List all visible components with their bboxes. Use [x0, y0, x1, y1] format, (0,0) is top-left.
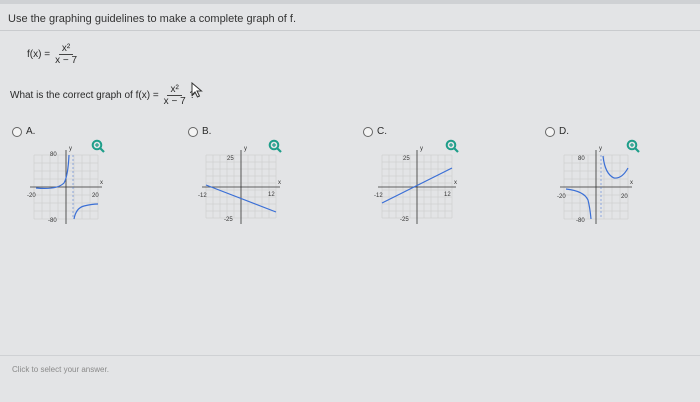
ybottom-label: -80 — [48, 218, 57, 224]
graph-d[interactable]: 80 -80 -20 20 x y — [556, 140, 638, 230]
radio-b[interactable] — [188, 126, 198, 137]
ybottom-label: -25 — [400, 217, 409, 223]
curve-left — [565, 188, 592, 220]
radio-c[interactable] — [363, 126, 373, 137]
y-label: y — [420, 146, 423, 152]
x-label: x — [100, 180, 103, 186]
xleft-label: -20 — [27, 193, 36, 199]
choice-c[interactable]: C. — [363, 126, 387, 137]
curve-right — [73, 203, 99, 220]
y-label: y — [69, 146, 72, 152]
ybottom-label: -80 — [576, 218, 585, 224]
xright-label: 20 — [92, 193, 99, 199]
function-definition: f(x) = x² x − 7 — [27, 43, 79, 66]
ytop-label: 25 — [227, 156, 234, 162]
xright-label: 12 — [444, 192, 451, 198]
curve-right — [602, 155, 629, 179]
xright-label: 20 — [621, 194, 628, 200]
radio-a[interactable] — [12, 126, 22, 137]
question-fraction: x² x − 7 — [162, 84, 188, 107]
xleft-label: -12 — [374, 193, 383, 199]
graph-c[interactable]: 25 -25 -12 12 x y — [372, 140, 462, 230]
choice-b-letter: B. — [202, 126, 212, 137]
question-denominator: x − 7 — [163, 96, 186, 107]
ytop-label: 80 — [578, 156, 585, 162]
mouse-pointer-icon — [191, 81, 205, 103]
xleft-label: -20 — [557, 194, 566, 200]
footer-divider — [0, 355, 700, 356]
question-text: What is the correct graph of f(x) = x² x… — [10, 84, 195, 107]
choice-a[interactable]: A. — [12, 126, 35, 137]
choice-d[interactable]: D. — [545, 126, 569, 137]
question-prefix: What is the correct graph of f(x) = — [10, 90, 159, 101]
hint-text: Click to select your answer. — [12, 365, 109, 374]
choice-d-letter: D. — [559, 126, 569, 137]
choice-c-letter: C. — [377, 126, 387, 137]
ytop-label: 80 — [50, 152, 57, 158]
top-bar — [0, 0, 700, 4]
x-label: x — [630, 180, 633, 186]
function-fraction: x² x − 7 — [53, 43, 79, 66]
y-label: y — [599, 146, 602, 152]
x-label: x — [454, 180, 457, 186]
instructions-text: Use the graphing guidelines to make a co… — [8, 13, 297, 25]
graph-a[interactable]: 80 -80 -20 20 x y — [24, 140, 106, 230]
choice-b[interactable]: B. — [188, 126, 211, 137]
choice-a-letter: A. — [26, 126, 36, 137]
graph-b[interactable]: 25 -25 -12 12 x y — [196, 140, 286, 230]
ytop-label: 25 — [403, 156, 410, 162]
function-numerator: x² — [58, 43, 74, 55]
radio-d[interactable] — [545, 126, 555, 137]
header-divider — [0, 30, 700, 31]
ybottom-label: -25 — [224, 217, 233, 223]
function-denominator: x − 7 — [55, 55, 78, 66]
xright-label: 12 — [268, 192, 275, 198]
x-label: x — [278, 180, 281, 186]
xleft-label: -12 — [198, 193, 207, 199]
question-numerator: x² — [167, 84, 182, 96]
y-label: y — [244, 146, 247, 152]
curve-left — [35, 154, 70, 190]
function-lhs: f(x) = — [27, 49, 51, 60]
